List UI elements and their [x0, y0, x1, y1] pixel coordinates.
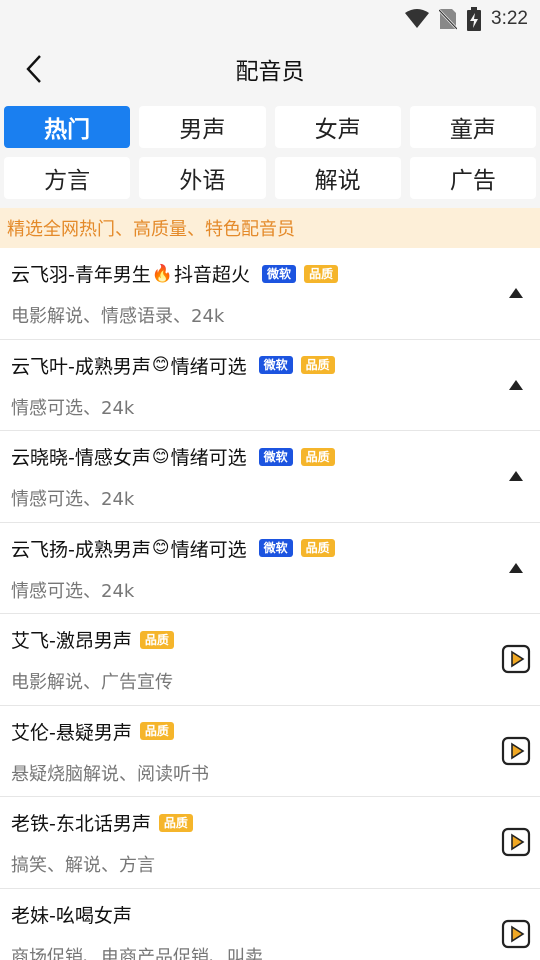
voice-description: 商场促销、电商产品促销、叫卖 [11, 946, 263, 960]
voice-name-text: 云飞扬-成熟男声 [11, 538, 151, 561]
voice-item[interactable]: 云飞叶-成熟男声 😊 情绪可选 微软 品质情感可选、24k [0, 340, 540, 431]
status-time: 3:22 [491, 8, 528, 29]
app-bar: 配音员 [0, 38, 540, 100]
quality-badge: 品质 [300, 356, 335, 374]
voice-name-text: 老妹-吆喝女声 [11, 904, 132, 927]
voice-name: 云飞叶-成熟男声 😊 情绪可选 微软 品质 [11, 352, 335, 379]
microsoft-badge: 微软 [262, 264, 297, 283]
voice-name: 云飞羽-青年男生 🔥 抖音超火 微软 品质 [11, 260, 339, 287]
collapse-button[interactable] [500, 277, 532, 309]
triangle-up-icon [509, 562, 523, 573]
voice-name-text: 云晓晓-情感女声 [11, 447, 151, 469]
voice-name-suffix: 抖音超火 [174, 264, 251, 286]
tab-male[interactable]: 男声 [139, 106, 266, 148]
voice-name-text: 云飞羽-青年男生 [11, 264, 151, 286]
collapse-button[interactable] [500, 460, 532, 492]
tab-hot[interactable]: 热门 [4, 106, 131, 148]
microsoft-badge: 微软 [258, 356, 293, 374]
voice-item[interactable]: 艾飞-激昂男声 品质电影解说、广告宣传 [0, 614, 540, 706]
voice-description: 悬疑烧脑解说、阅读听书 [11, 763, 209, 785]
tab-commentary[interactable]: 解说 [274, 157, 401, 199]
voice-name: 老妹-吆喝女声 [11, 901, 132, 928]
tab-ads[interactable]: 广告 [409, 157, 536, 199]
info-banner: 精选全网热门、高质量、特色配音员 [0, 208, 540, 248]
voice-emoji: 🔥 [151, 263, 174, 284]
voice-description: 情感可选、24k [11, 580, 135, 602]
quality-badge: 品质 [300, 447, 335, 466]
microsoft-badge: 微软 [258, 539, 293, 557]
back-button[interactable] [14, 49, 54, 89]
wifi-icon [405, 9, 430, 28]
play-button[interactable] [500, 918, 532, 950]
voice-emoji: 😊 [151, 538, 170, 558]
tab-foreign[interactable]: 外语 [139, 157, 266, 199]
triangle-up-icon [509, 379, 523, 390]
voice-name-suffix: 情绪可选 [170, 538, 247, 561]
category-tabs: 热门 男声 女声 童声 方言 外语 解说 广告 [0, 100, 540, 199]
tab-female[interactable]: 女声 [274, 106, 401, 148]
voice-item[interactable]: 云晓晓-情感女声 😊 情绪可选 微软 品质情感可选、24k [0, 431, 540, 523]
voice-name-text: 云飞叶-成熟男声 [11, 355, 151, 378]
voice-list: 云飞羽-青年男生 🔥 抖音超火 微软 品质 电影解说、情感语录、24k 云飞叶-成熟男声 😊 情… [0, 248, 540, 960]
quality-badge: 品质 [304, 264, 339, 283]
chevron-left-icon [26, 55, 41, 83]
quality-badge: 品质 [139, 722, 174, 740]
play-icon [501, 736, 531, 765]
voice-description: 搞笑、解说、方言 [11, 855, 155, 876]
play-icon [501, 645, 531, 674]
quality-badge: 品质 [300, 539, 335, 557]
voice-name-text: 艾伦-悬疑男声 [11, 721, 132, 744]
collapse-button[interactable] [500, 552, 532, 584]
voice-name: 艾飞-激昂男声 品质 [11, 626, 174, 653]
triangle-up-icon [509, 288, 523, 299]
tab-child[interactable]: 童声 [409, 106, 536, 148]
voice-name: 艾伦-悬疑男声 品质 [11, 718, 174, 745]
voice-name: 云晓晓-情感女声 😊 情绪可选 微软 品质 [11, 443, 335, 470]
voice-description: 电影解说、情感语录、24k [11, 306, 225, 327]
voice-item[interactable]: 老妹-吆喝女声商场促销、电商产品促销、叫卖 [0, 889, 540, 960]
tab-dialect[interactable]: 方言 [4, 157, 131, 199]
voice-name: 云飞扬-成熟男声 😊 情绪可选 微软 品质 [11, 535, 335, 562]
play-button[interactable] [500, 735, 532, 767]
triangle-up-icon [509, 471, 523, 482]
quality-badge: 品质 [158, 813, 193, 832]
no-sim-icon [439, 9, 458, 30]
voice-description: 情感可选、24k [11, 489, 135, 510]
voice-name-text: 老铁-东北话男声 [11, 813, 151, 835]
page-title: 配音员 [235, 59, 305, 85]
status-bar: 3:22 [0, 0, 540, 38]
voice-name-suffix: 情绪可选 [170, 355, 247, 378]
voice-description: 情感可选、24k [11, 397, 135, 419]
battery-charging-icon [467, 7, 482, 31]
collapse-button[interactable] [500, 369, 532, 401]
voice-item[interactable]: 艾伦-悬疑男声 品质悬疑烧脑解说、阅读听书 [0, 706, 540, 797]
voice-name-suffix: 情绪可选 [170, 447, 247, 469]
voice-item[interactable]: 云飞扬-成熟男声 😊 情绪可选 微软 品质情感可选、24k [0, 523, 540, 614]
voice-emoji: 😊 [151, 355, 170, 375]
play-button[interactable] [500, 643, 532, 675]
voice-description: 电影解说、广告宣传 [11, 672, 173, 693]
play-button[interactable] [500, 826, 532, 858]
voice-item[interactable]: 老铁-东北话男声 品质搞笑、解说、方言 [0, 797, 540, 889]
voice-item[interactable]: 云飞羽-青年男生 🔥 抖音超火 微软 品质电影解说、情感语录、24k [0, 248, 540, 340]
voice-emoji: 😊 [151, 446, 170, 467]
play-icon [501, 828, 531, 857]
microsoft-badge: 微软 [258, 447, 293, 466]
quality-badge: 品质 [139, 630, 174, 649]
play-icon [501, 919, 531, 948]
voice-name-text: 艾飞-激昂男声 [11, 630, 132, 652]
voice-name: 老铁-东北话男声 品质 [11, 809, 193, 836]
